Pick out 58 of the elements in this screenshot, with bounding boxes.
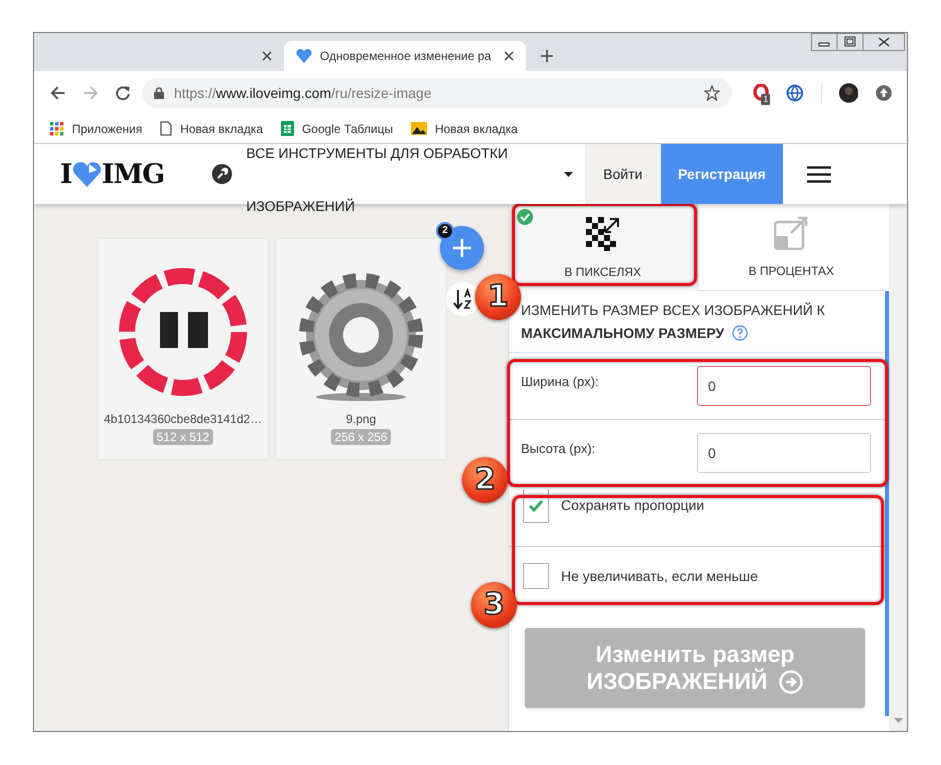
star-icon[interactable] (704, 84, 720, 100)
scrollbar-thumb[interactable] (885, 291, 889, 716)
bookmark[interactable]: Новая вкладка (410, 122, 518, 136)
field-label: Высота (px): (521, 440, 596, 456)
address-bar[interactable]: https://www.iloveimg.com/ru/resize-image (142, 78, 732, 108)
globe-icon[interactable] (786, 84, 804, 102)
bookmark[interactable]: Приложения (50, 122, 142, 136)
page-icon (160, 121, 172, 136)
description-text: МАКСИМАЛЬНОМУ РАЗМЕРУ (521, 324, 724, 343)
extension-icon[interactable] (753, 84, 770, 102)
caret-icon[interactable] (564, 172, 573, 176)
percent-resize-icon (774, 216, 808, 250)
reload-icon[interactable] (115, 84, 131, 100)
scrollbar[interactable] (889, 204, 907, 731)
bookmark[interactable]: Google Таблицы (280, 121, 393, 136)
wrench-icon[interactable] (212, 164, 232, 184)
help-icon[interactable] (732, 324, 748, 341)
tools-menu[interactable]: ВСЕ ИНСТРУМЕНТЫ ДЛЯ ОБРАБОТКИ ИЗОБРАЖЕНИЙ (246, 150, 508, 216)
check-icon (528, 498, 544, 512)
description-text: ИЗМЕНИТЬ РАЗМЕР ВСЕХ ИЗОБРАЖЕНИЙ К (521, 301, 825, 320)
file-card[interactable]: 4b10134360cbe8de3141d2… 512 x 512 (98, 239, 268, 459)
input-field[interactable]: 0 (697, 433, 871, 473)
pixel-resize-icon (586, 216, 620, 250)
image-size-badge: 256 x 256 (330, 429, 392, 445)
update-icon[interactable] (875, 84, 894, 102)
new-tab-icon[interactable] (540, 49, 554, 63)
field-label: Ширина (px): (521, 374, 599, 388)
close-icon[interactable] (504, 51, 514, 61)
plus-icon (452, 238, 472, 258)
checkbox-label: Не увеличивать, если меньше (561, 568, 758, 584)
login-button[interactable]: Войти (584, 144, 661, 204)
mode-tab[interactable]: В ПИКСЕЛЯХ (509, 204, 698, 291)
input-field[interactable]: 0 (697, 366, 871, 406)
logo[interactable]: I IMG (60, 158, 164, 190)
checkbox-label: Сохранять пропорции (561, 497, 704, 515)
heart-icon (296, 49, 312, 63)
browser-tab[interactable]: Одновременное изменение ра (284, 41, 526, 71)
file-name: 4b10134360cbe8de3141d2… (104, 412, 262, 426)
bookmark[interactable]: Новая вкладка (160, 121, 263, 136)
checkbox[interactable] (523, 489, 549, 523)
file-name: 9.png (346, 412, 376, 426)
extension-badge: 1 (761, 94, 770, 104)
window-controls[interactable] (811, 33, 905, 51)
image-icon (410, 122, 427, 135)
check-icon (517, 209, 533, 225)
sort-icon (453, 288, 473, 310)
close-icon[interactable] (262, 51, 272, 61)
url-text: https://www.iloveimg.com/ru/resize-image (174, 84, 432, 100)
checkbox[interactable] (523, 562, 549, 588)
apps-icon (50, 122, 64, 136)
avatar-icon[interactable] (838, 82, 858, 102)
mode-tab[interactable]: В ПРОЦЕНТАХ (698, 204, 885, 291)
menu-icon[interactable] (806, 166, 831, 182)
lock-icon (154, 86, 164, 98)
back-icon[interactable] (50, 84, 66, 100)
file-card[interactable]: 9.png 256 x 256 (276, 239, 446, 459)
image-size-badge: 512 x 512 (152, 429, 214, 445)
spreadsheet-icon (280, 121, 294, 136)
